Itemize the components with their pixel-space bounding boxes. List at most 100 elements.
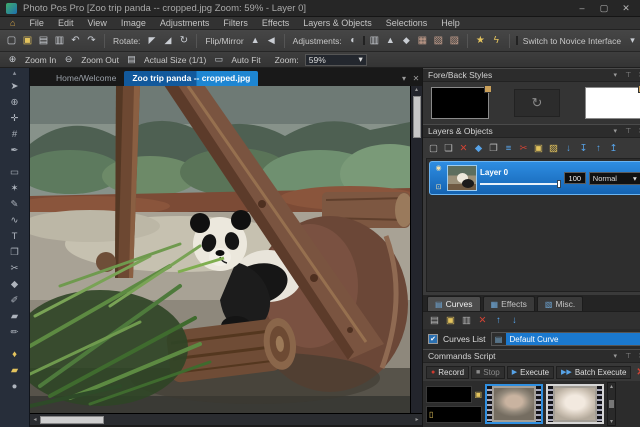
cut-layer-icon[interactable]: ✂ bbox=[518, 143, 529, 154]
pen-tool[interactable]: ✒ bbox=[0, 142, 29, 158]
swatch-style-badge-icon[interactable] bbox=[484, 85, 492, 93]
actual-size-label[interactable]: Actual Size (1/1) bbox=[144, 55, 206, 65]
layer-row-layer-0[interactable]: ◉ ⊡ Layer 0 100 bbox=[429, 161, 640, 195]
curve-up-icon[interactable]: ↑ bbox=[493, 315, 504, 326]
group-layers-icon[interactable]: ▣ bbox=[533, 143, 544, 154]
tab-curves[interactable]: ▤ Curves bbox=[427, 296, 481, 311]
menu-item-effects[interactable]: Effects bbox=[262, 18, 289, 28]
menu-item-view[interactable]: View bbox=[87, 18, 106, 28]
scroll-up-icon[interactable]: ▴ bbox=[610, 383, 613, 390]
execute-button[interactable]: ▶ Execute bbox=[507, 366, 554, 379]
menu-item-adjustments[interactable]: Adjustments bbox=[160, 18, 210, 28]
select-tool[interactable]: ➤ bbox=[0, 78, 29, 94]
home-icon[interactable]: ⌂ bbox=[10, 18, 15, 28]
tab-effects[interactable]: ▦ Effects bbox=[483, 296, 535, 311]
saturation-icon[interactable]: ◆ bbox=[400, 36, 413, 45]
menu-item-selections[interactable]: Selections bbox=[386, 18, 428, 28]
background-color-swatch[interactable] bbox=[585, 87, 640, 119]
layer-opacity-slider[interactable] bbox=[480, 180, 561, 188]
brightness-icon[interactable]: ▲ bbox=[384, 36, 397, 45]
flip-horizontal-icon[interactable]: ◀ bbox=[265, 36, 278, 45]
slider-handle[interactable] bbox=[557, 180, 561, 188]
scroll-down-icon[interactable]: ▾ bbox=[610, 418, 613, 425]
panel-pin-icon[interactable]: ⊤ bbox=[624, 127, 633, 135]
eraser-tool[interactable]: ▰ bbox=[0, 308, 29, 324]
undo-icon[interactable]: ↶ bbox=[69, 36, 82, 46]
move-tool[interactable]: ✛ bbox=[0, 110, 29, 126]
document-close-icon[interactable]: ✕ bbox=[410, 74, 422, 86]
layer-name[interactable]: Layer 0 bbox=[480, 169, 561, 177]
tab-zoo-trip-panda[interactable]: Zoo trip panda -- cropped.jpg bbox=[124, 71, 258, 86]
curve-select[interactable]: ▤ Default Curve bbox=[491, 332, 640, 346]
move-layer-top-icon[interactable]: ↥ bbox=[608, 143, 619, 154]
redo-icon[interactable]: ↷ bbox=[85, 36, 98, 46]
slider-track[interactable] bbox=[480, 183, 557, 185]
panel-collapse-icon[interactable]: ▾ bbox=[611, 352, 620, 360]
rotate-free-icon[interactable]: ↻ bbox=[177, 36, 190, 46]
export-curve-icon[interactable]: ▥ bbox=[461, 315, 472, 326]
actual-size-icon[interactable]: ▤ bbox=[125, 55, 138, 64]
zoom-in-label[interactable]: Zoom In bbox=[25, 55, 56, 65]
rotate-left-icon[interactable]: ◤ bbox=[145, 36, 158, 45]
canvas[interactable]: ▴ ◂ ▸ bbox=[30, 86, 422, 427]
script-thumbnail[interactable] bbox=[546, 384, 604, 424]
merge-layer-icon[interactable]: ◆ bbox=[473, 143, 484, 154]
novice-interface-icon[interactable] bbox=[516, 36, 518, 45]
curves-list-checkbox[interactable]: ✔ bbox=[428, 334, 438, 344]
layer-opacity-value[interactable]: 100 bbox=[564, 172, 586, 184]
photo-filter-icon-2[interactable]: ▧ bbox=[432, 36, 445, 46]
text-tool[interactable]: T bbox=[0, 228, 29, 244]
auto-fit-label[interactable]: Auto Fit bbox=[231, 55, 260, 65]
marquee-select-tool[interactable]: ▭ bbox=[0, 164, 29, 180]
levels-icon[interactable]: ▥ bbox=[368, 36, 381, 46]
thumbnails-scrollbar[interactable]: ▴ ▾ bbox=[607, 382, 616, 426]
delete-layer-icon[interactable]: ✕ bbox=[458, 143, 469, 154]
script-steps-box[interactable]: ▯ bbox=[426, 406, 482, 423]
load-curve-icon[interactable]: ▣ bbox=[445, 315, 456, 326]
gradient-icon[interactable] bbox=[363, 36, 365, 45]
script-list-box[interactable] bbox=[426, 386, 472, 403]
stop-button[interactable]: ■ Stop bbox=[471, 366, 505, 379]
scroll-left-icon[interactable]: ◂ bbox=[30, 416, 40, 423]
open-script-folder-icon[interactable]: ▣ bbox=[474, 390, 482, 399]
pencil-tool[interactable]: ✏ bbox=[0, 324, 29, 340]
scroll-right-icon[interactable]: ▸ bbox=[412, 416, 422, 423]
quick-actions-bolt-icon[interactable]: ϟ bbox=[490, 36, 503, 46]
healing-patch-tool[interactable]: ▰ bbox=[0, 362, 29, 378]
menu-item-edit[interactable]: Edit bbox=[58, 18, 74, 28]
script-delete-icon[interactable]: ✕ bbox=[633, 367, 640, 378]
move-layer-bottom-icon[interactable]: ↧ bbox=[578, 143, 589, 154]
smudge-tool[interactable]: ● bbox=[0, 378, 29, 394]
layer-lock-icon[interactable]: ⊡ bbox=[433, 184, 444, 191]
brush-select-tool[interactable]: ✎ bbox=[0, 196, 29, 212]
photo-filter-icon-1[interactable]: ▦ bbox=[416, 36, 429, 46]
move-layer-up-icon[interactable]: ↑ bbox=[593, 143, 604, 154]
zoom-out-label[interactable]: Zoom Out bbox=[81, 55, 119, 65]
panel-pin-icon[interactable]: ⊤ bbox=[624, 71, 633, 79]
minimize-button[interactable]: – bbox=[574, 3, 590, 13]
lasso-tool[interactable]: ∿ bbox=[0, 212, 29, 228]
open-file-icon[interactable]: ▣ bbox=[21, 36, 34, 46]
scroll-up-icon[interactable]: ▴ bbox=[415, 86, 418, 93]
layer-blend-mode-select[interactable]: Normal ▾ bbox=[589, 172, 640, 185]
tab-home-welcome[interactable]: Home/Welcome bbox=[48, 71, 124, 86]
layer-thumbnail[interactable] bbox=[447, 165, 477, 191]
menu-item-file[interactable]: File bbox=[29, 18, 44, 28]
duplicate-layer-icon[interactable]: ❏ bbox=[443, 143, 454, 154]
new-file-icon[interactable]: ▢ bbox=[5, 36, 18, 46]
zoom-out-icon[interactable]: ⊖ bbox=[62, 55, 75, 64]
panel-pin-icon[interactable]: ⊤ bbox=[624, 352, 633, 360]
move-layer-down-icon[interactable]: ↓ bbox=[563, 143, 574, 154]
menu-item-image[interactable]: Image bbox=[121, 18, 146, 28]
vertical-scroll-thumb[interactable] bbox=[413, 96, 421, 138]
vertical-scrollbar[interactable]: ▴ bbox=[410, 86, 422, 413]
tab-list-chevron-icon[interactable]: ▾ bbox=[398, 74, 410, 86]
close-button[interactable]: ✕ bbox=[618, 3, 634, 14]
fill-tool[interactable]: ◆ bbox=[0, 276, 29, 292]
record-button[interactable]: ● Record bbox=[426, 366, 469, 379]
magic-wand-tool[interactable]: ✶ bbox=[0, 180, 29, 196]
tab-misc[interactable]: ▧ Misc. bbox=[537, 296, 583, 311]
swap-colors-button[interactable]: ↻ bbox=[514, 89, 560, 117]
rotate-right-icon[interactable]: ◢ bbox=[161, 36, 174, 45]
photo-filter-icon-3[interactable]: ▨ bbox=[448, 36, 461, 46]
